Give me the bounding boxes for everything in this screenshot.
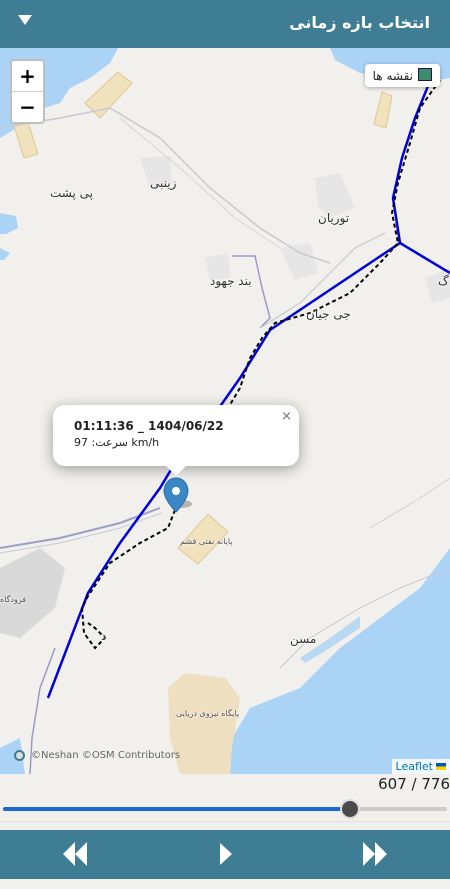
rewind-icon[interactable]	[62, 840, 88, 868]
place-label: د	[101, 629, 107, 643]
zoom-out-button[interactable]: −	[12, 91, 43, 122]
close-icon[interactable]: ×	[281, 409, 292, 424]
flag-icon	[436, 763, 446, 770]
road	[232, 255, 271, 329]
leaflet-link[interactable]: Leaflet	[391, 759, 450, 774]
popup-tip	[166, 466, 186, 476]
playback-controls	[0, 830, 450, 879]
attribution: ©Neshan ©OSM Contributors	[14, 750, 180, 761]
popup-speed: سرعت: 97 km/h	[74, 436, 160, 449]
map-icon	[418, 68, 432, 81]
sand-area	[373, 91, 393, 129]
playback-counter: 607 / 776	[378, 775, 450, 793]
neshan-logo-icon	[14, 750, 25, 761]
place-label: توریان	[318, 211, 350, 225]
play-icon[interactable]	[218, 840, 234, 868]
water-area	[230, 548, 450, 774]
attribution-text: ©Neshan ©OSM Contributors	[31, 750, 181, 761]
place-label: زینبی	[150, 176, 177, 190]
place-label: جی جیان	[306, 307, 351, 321]
leaflet-label: Leaflet	[395, 760, 433, 773]
chevron-down-icon[interactable]	[18, 15, 32, 25]
zoom-in-button[interactable]: +	[12, 61, 43, 91]
place-label: پی پشت	[50, 186, 93, 200]
fast-forward-icon[interactable]	[362, 840, 388, 868]
place-label: پایگاه نیروی دریایی	[176, 709, 240, 718]
water-area	[0, 248, 10, 260]
header-bar: انتخاب بازه زمانی	[0, 0, 450, 48]
playback-slider[interactable]	[3, 799, 447, 819]
zoom-control: + −	[10, 59, 45, 124]
urban-area	[280, 243, 318, 280]
place-label: فرودگاه	[0, 595, 27, 604]
place-label: مسن	[290, 632, 317, 646]
urban-area	[0, 548, 65, 638]
place-label: گ	[438, 274, 449, 288]
route-track	[391, 85, 450, 275]
road	[0, 507, 161, 549]
road	[369, 477, 450, 529]
page-title: انتخاب بازه زمانی	[289, 13, 430, 32]
water-area	[0, 213, 18, 234]
sand-area	[13, 121, 39, 159]
info-popup: × 01:11:36 _ 1404/06/22 سرعت: 97 km/h	[53, 405, 299, 476]
location-marker	[163, 477, 192, 513]
popup-datetime: 01:11:36 _ 1404/06/22	[74, 419, 224, 433]
slider-fill	[3, 807, 351, 811]
layers-button[interactable]: نقشه ها	[364, 64, 440, 87]
layers-label: نقشه ها	[372, 69, 413, 83]
place-label: بند جهود	[210, 274, 252, 288]
road	[119, 117, 281, 249]
place-label: پایانه نفتی قشم	[180, 537, 233, 546]
divider	[0, 821, 450, 822]
map-view[interactable]: پی پشت زینبی توریان بند جهود جی جیان گ پ…	[0, 48, 450, 774]
slider-handle[interactable]	[340, 799, 361, 819]
direction-track	[227, 79, 441, 409]
